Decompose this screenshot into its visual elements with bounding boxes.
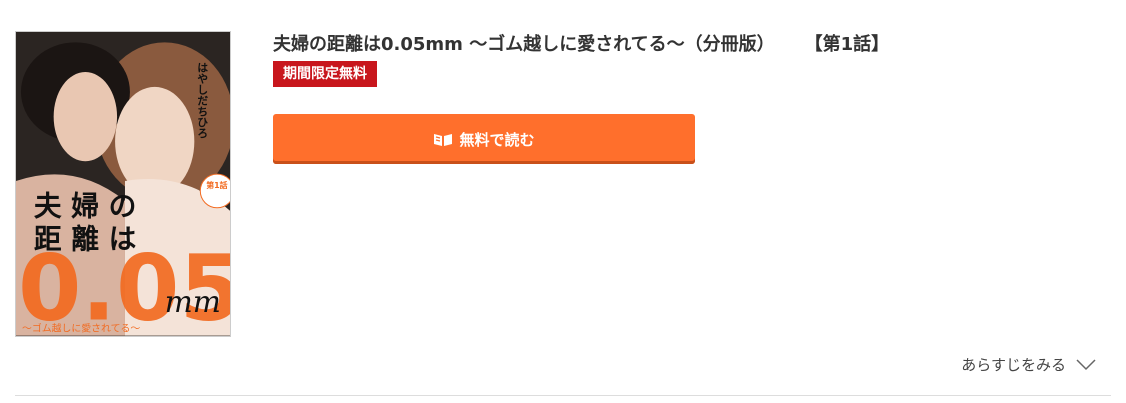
cover-author: はやしだちひろ xyxy=(196,62,209,139)
episode-label: 【第1話】 xyxy=(804,34,890,55)
chevron-down-icon xyxy=(1076,358,1096,371)
synopsis-toggle[interactable]: あらすじをみる xyxy=(961,354,1096,375)
read-free-label: 無料で読む xyxy=(459,130,535,149)
synopsis-label: あらすじをみる xyxy=(961,356,1066,374)
cover-subtitle: ～ゴム越しに愛されてる～ xyxy=(22,322,140,335)
book-info: 夫婦の距離は0.05mm ～ゴム越しに愛されてる～（分冊版） 【第1話】 期間限… xyxy=(273,31,1093,164)
read-free-button[interactable]: 無料で読む xyxy=(273,114,695,164)
open-book-icon xyxy=(433,131,453,147)
book-title[interactable]: 夫婦の距離は0.05mm ～ゴム越しに愛されてる～（分冊版） xyxy=(273,31,775,59)
divider xyxy=(15,395,1111,396)
cover-volume-label: 第1話 xyxy=(206,180,227,190)
book-cover[interactable]: 夫 婦 の 距 離 は 0.05 mm ～ゴム越しに愛されてる～ はやしだちひろ… xyxy=(15,31,231,337)
cover-unit: mm xyxy=(165,285,221,320)
cover-illustration: 夫 婦 の 距 離 は 0.05 mm ～ゴム越しに愛されてる～ はやしだちひろ… xyxy=(16,32,230,336)
book-title-row: 夫婦の距離は0.05mm ～ゴム越しに愛されてる～（分冊版） 【第1話】 xyxy=(273,31,1093,59)
limited-free-badge: 期間限定無料 xyxy=(273,61,377,87)
cover-title-top: 夫 婦 の xyxy=(34,190,137,223)
